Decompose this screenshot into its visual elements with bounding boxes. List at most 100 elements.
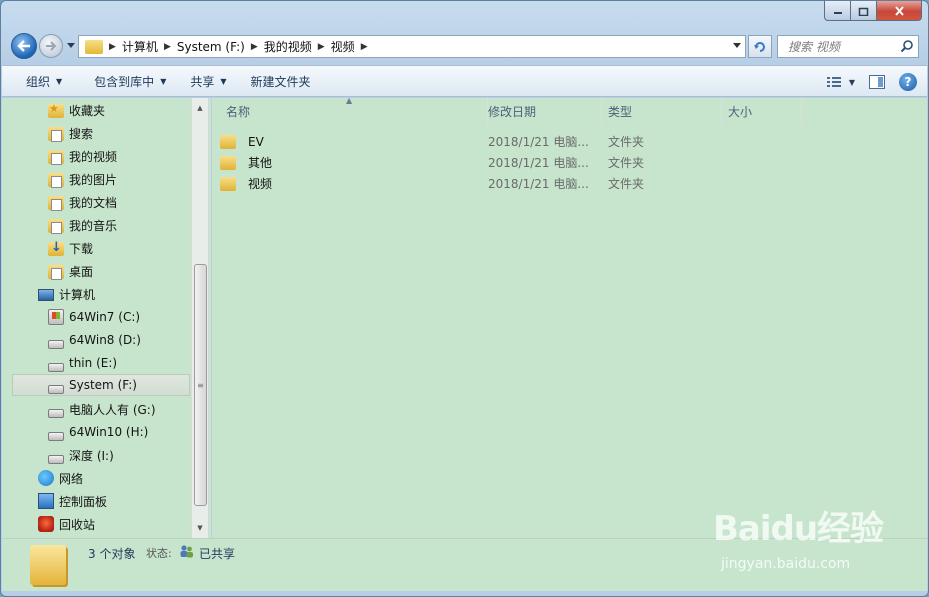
search-input[interactable]: [788, 39, 893, 54]
scroll-up-button[interactable]: ▲: [192, 100, 208, 116]
column-size-label: 大小: [728, 105, 753, 119]
nav-item-label: System (F:): [69, 378, 137, 392]
nav-item-my-videos[interactable]: 我的视频: [48, 145, 117, 167]
search-icon[interactable]: [900, 39, 914, 53]
nav-item-drive-h[interactable]: 64Win10 (H:): [48, 421, 148, 443]
column-type[interactable]: 类型: [602, 98, 722, 125]
nav-item-drive-c[interactable]: 64Win7 (C:): [48, 306, 140, 328]
nav-item-favorites[interactable]: 收藏夹: [48, 99, 105, 121]
search-box[interactable]: [777, 35, 919, 58]
table-row[interactable]: EV 2018/1/21 电脑... 文件夹: [220, 131, 920, 152]
help-icon[interactable]: ?: [899, 73, 917, 91]
computer-icon: [38, 289, 54, 301]
nav-item-drive-d[interactable]: 64Win8 (D:): [48, 329, 141, 351]
view-list-icon: [827, 77, 841, 87]
minimize-icon: [833, 11, 842, 14]
nav-item-my-music[interactable]: 我的音乐: [48, 214, 117, 236]
scroll-thumb[interactable]: ≡: [194, 264, 207, 506]
arrow-left-icon: [17, 40, 30, 52]
shared-users-icon: [180, 545, 193, 558]
nav-item-desktop[interactable]: 桌面: [48, 260, 93, 282]
drive-icon: [48, 454, 64, 464]
minimize-button[interactable]: [824, 1, 851, 21]
nav-item-my-documents[interactable]: 我的文档: [48, 191, 117, 213]
share-button[interactable]: 共享 ▼: [178, 65, 238, 97]
breadcrumb-separator-icon[interactable]: ▶: [318, 42, 325, 52]
desktop-folder-icon: [48, 265, 64, 280]
maximize-button[interactable]: [851, 1, 877, 21]
change-view-button[interactable]: ▼: [827, 71, 855, 93]
column-modified[interactable]: 修改日期: [482, 98, 602, 125]
recent-pages-button[interactable]: [67, 41, 75, 50]
drive-icon: [48, 408, 64, 418]
library-folder-icon: [48, 219, 64, 234]
organize-label: 组织: [26, 74, 51, 89]
nav-item-computer[interactable]: 计算机: [38, 283, 95, 305]
address-dropdown-button[interactable]: [733, 41, 741, 50]
breadcrumb-separator-icon[interactable]: ▶: [361, 42, 368, 52]
nav-item-recycle-bin[interactable]: 回收站: [38, 513, 95, 535]
nav-item-drive-i[interactable]: 深度 (I:): [48, 444, 114, 466]
drive-icon: [48, 431, 64, 441]
share-label: 共享: [190, 74, 215, 89]
include-in-library-button[interactable]: 包含到库中 ▼: [82, 65, 178, 97]
include-in-library-label: 包含到库中: [94, 74, 155, 89]
nav-item-label: 深度 (I:): [69, 448, 114, 463]
scroll-down-button[interactable]: ▼: [192, 520, 208, 536]
chevron-down-icon: ▼: [56, 76, 63, 86]
file-list: 名称 ▲ 修改日期 类型 大小 EV 2018/1/21 电脑... 文件夹 其…: [212, 96, 927, 538]
column-type-label: 类型: [608, 105, 633, 119]
watermark-brand: Baidu经验: [713, 509, 884, 549]
file-modified: 2018/1/21 电脑...: [488, 177, 589, 191]
file-name: 视频: [248, 177, 273, 191]
preview-pane-button[interactable]: [863, 71, 891, 93]
nav-item-label: 收藏夹: [69, 103, 106, 118]
share-state-value: 已共享: [199, 547, 236, 561]
pane-splitter[interactable]: [208, 98, 211, 538]
nav-item-label: 搜索: [69, 126, 94, 141]
chevron-down-icon: ▼: [220, 76, 227, 86]
new-folder-button[interactable]: 新建文件夹: [239, 65, 323, 97]
chevron-down-icon: ▼: [848, 77, 855, 87]
file-type: 文件夹: [608, 156, 645, 170]
breadcrumb-computer[interactable]: 计算机: [122, 38, 158, 55]
nav-item-label: 下载: [69, 241, 94, 256]
item-count: 3 个对象: [88, 547, 136, 561]
refresh-button[interactable]: [748, 35, 772, 58]
nav-item-drive-f[interactable]: System (F:): [12, 374, 190, 396]
baidu-watermark: Baidu经验 jingyan.baidu.com: [713, 501, 903, 581]
nav-item-downloads[interactable]: 下载: [48, 237, 93, 259]
nav-item-drive-g[interactable]: 电脑人人有 (G:): [48, 398, 156, 420]
breadcrumb-separator-icon[interactable]: ▶: [164, 42, 171, 52]
nav-item-control-panel[interactable]: 控制面板: [38, 490, 107, 512]
breadcrumb-separator-icon[interactable]: ▶: [109, 42, 116, 52]
organize-button[interactable]: 组织 ▼: [14, 65, 74, 97]
breadcrumb-separator-icon[interactable]: ▶: [251, 42, 258, 52]
column-name-label: 名称: [226, 105, 251, 119]
breadcrumb-videos[interactable]: 视频: [331, 38, 355, 55]
breadcrumb-drive[interactable]: System (F:): [177, 40, 245, 54]
folder-large-icon: [30, 545, 66, 585]
navigation-scrollbar[interactable]: ▲ ≡ ▼: [191, 98, 208, 538]
close-icon: [894, 5, 904, 16]
column-modified-label: 修改日期: [488, 105, 537, 119]
nav-item-search[interactable]: 搜索: [48, 122, 93, 144]
address-bar[interactable]: ▶ 计算机 ▶ System (F:) ▶ 我的视频 ▶ 视频 ▶: [78, 35, 746, 58]
column-size[interactable]: 大小: [722, 98, 802, 125]
back-button[interactable]: [11, 33, 37, 59]
breadcrumb-my-videos[interactable]: 我的视频: [264, 38, 312, 55]
table-row[interactable]: 其他 2018/1/21 电脑... 文件夹: [220, 152, 920, 173]
chevron-down-icon: [733, 43, 741, 48]
nav-item-my-pictures[interactable]: 我的图片: [48, 168, 117, 190]
view-controls: ▼ ?: [827, 66, 917, 98]
file-type: 文件夹: [608, 135, 645, 149]
nav-item-label: 我的图片: [69, 172, 118, 187]
forward-button[interactable]: [39, 34, 63, 58]
nav-item-drive-e[interactable]: thin (E:): [48, 352, 117, 374]
close-button[interactable]: [877, 1, 922, 21]
column-name[interactable]: 名称: [220, 98, 488, 125]
table-row[interactable]: 视频 2018/1/21 电脑... 文件夹: [220, 173, 920, 194]
nav-item-network[interactable]: 网络: [38, 467, 83, 489]
library-folder-icon: [48, 150, 64, 165]
library-folder-icon: [48, 173, 64, 188]
